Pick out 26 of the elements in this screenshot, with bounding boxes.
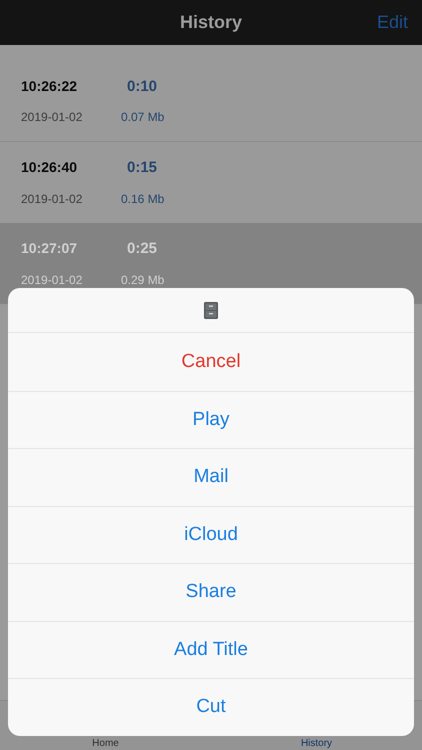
sheet-action[interactable]: Play <box>8 390 414 448</box>
recording-duration: 0:25 <box>127 239 158 260</box>
sheet-action[interactable]: Cancel <box>8 333 414 390</box>
tab-item[interactable]: History <box>211 738 422 750</box>
tab-item[interactable]: Home <box>0 738 211 750</box>
sheet-action[interactable]: iCloud <box>8 506 414 563</box>
recording-size: 0.29 Mb <box>121 272 164 289</box>
recording-time: 10:26:22 <box>21 76 78 96</box>
recording-row[interactable]: 10:26:22 0:10 2019-01-02 0.07 Mb <box>0 61 422 142</box>
edit-button[interactable]: Edit <box>376 9 408 36</box>
file-cabinet-icon <box>204 302 218 318</box>
recording-date: 2019-01-02 <box>21 272 84 289</box>
recording-duration: 0:10 <box>127 76 158 97</box>
sheet-action[interactable]: Share <box>8 563 414 620</box>
recording-size: 0.16 Mb <box>121 190 164 208</box>
sheet-action[interactable]: Add Title <box>8 620 414 678</box>
recording-size: 0.07 Mb <box>121 109 164 126</box>
recording-time: 10:27:07 <box>21 239 78 258</box>
recording-time: 10:26:40 <box>21 158 78 178</box>
nav-title: History <box>180 11 242 34</box>
recording-date: 2019-01-02 <box>21 109 84 126</box>
recording-duration: 0:15 <box>127 158 158 178</box>
recording-date: 2019-01-02 <box>21 190 84 208</box>
sheet-action[interactable]: Mail <box>8 448 414 506</box>
sheet-action[interactable]: Cut <box>8 678 414 736</box>
recording-row[interactable]: 10:26:40 0:15 2019-01-02 0.16 Mb <box>0 142 422 223</box>
